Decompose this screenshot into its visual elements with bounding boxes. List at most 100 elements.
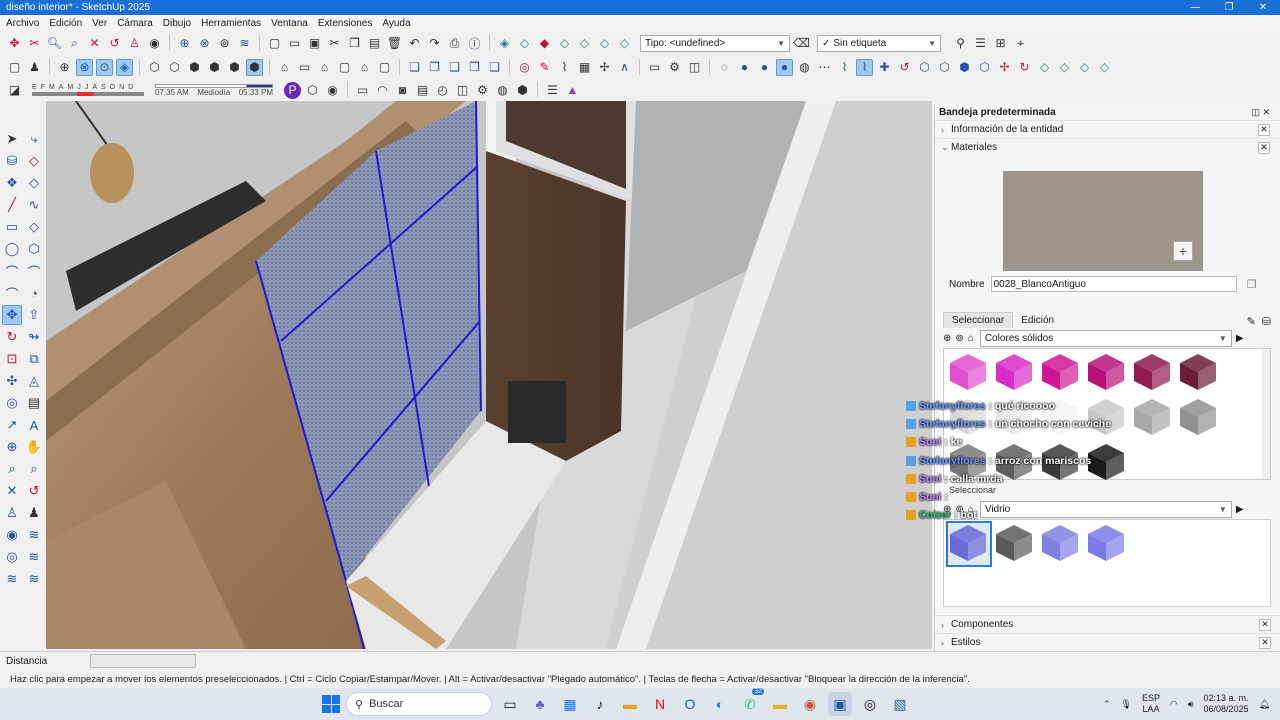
remote-icon[interactable]: ▧ <box>888 692 912 716</box>
extra-7-icon[interactable]: ◇ <box>1036 59 1053 76</box>
back-edges-icon[interactable]: ⊗ <box>76 58 93 76</box>
extra-10-icon[interactable]: ◇ <box>1096 59 1113 76</box>
paste-icon[interactable]: ▤ <box>366 35 383 52</box>
section-fill-left-icon[interactable]: ≋ <box>24 569 44 589</box>
drape-icon[interactable]: ▦ <box>576 59 593 76</box>
position-camera-icon[interactable]: ♙ <box>126 35 143 52</box>
hidden-line-icon[interactable]: ◈ <box>116 58 133 76</box>
arrow-right-icon[interactable]: ▶ <box>1236 333 1244 344</box>
files-icon[interactable]: ▬ <box>618 692 642 716</box>
section-display-icon[interactable]: ⌇ <box>856 58 873 76</box>
fill-icon[interactable]: ≋ <box>2 569 22 589</box>
new-file-icon[interactable]: ▢ <box>266 35 283 52</box>
extra-2-icon[interactable]: ⬡ <box>936 59 953 76</box>
standard-view-right-icon[interactable]: ◇ <box>556 35 573 52</box>
push-pull-icon[interactable]: ⇧ <box>24 305 44 325</box>
wireframe-icon[interactable]: ⊙ <box>96 58 113 76</box>
cube-icon[interactable]: ⬢ <box>514 82 531 99</box>
edge-icon[interactable]: ◐ <box>708 692 732 716</box>
zoom-window-left-icon[interactable]: ⌕ <box>24 459 44 479</box>
3d-text-icon[interactable]: A <box>24 415 44 435</box>
minimize-button[interactable]: — <box>1178 2 1212 13</box>
text-icon[interactable]: ▤ <box>24 393 44 413</box>
orbit-icon[interactable]: ⊕ <box>176 35 193 52</box>
menu-ventana[interactable]: Ventana <box>271 18 308 29</box>
rotated-rectangle-icon[interactable]: ◇ <box>24 217 44 237</box>
arc2-icon[interactable]: ⌒ <box>24 261 44 281</box>
arrow-right-icon[interactable]: ▶ <box>1236 504 1244 515</box>
lasso-icon[interactable]: ⤷ <box>24 129 44 149</box>
zoom-window-icon[interactable]: ⌕ <box>66 35 83 52</box>
tag-dropdown[interactable]: ✓ Sin etiqueta ▼ <box>817 34 941 52</box>
solid-intersect-icon[interactable]: ❐ <box>426 59 443 76</box>
windows-start-icon[interactable] <box>322 695 340 713</box>
follow-me-icon[interactable]: ↬ <box>24 327 44 347</box>
display-cuts-icon[interactable]: ≋ <box>24 547 44 567</box>
whatsapp-icon[interactable]: ✆ 32 <box>738 688 764 716</box>
shadow-month-slider[interactable]: E F M A M J J A S O N D <box>32 84 144 96</box>
tag-eraser-icon[interactable]: ⌫ <box>793 35 810 52</box>
scenes-icon[interactable]: ⊞ <box>992 35 1009 52</box>
open-file-icon[interactable]: ▭ <box>286 35 303 52</box>
section-left-icon[interactable]: ≋ <box>24 525 44 545</box>
store-icon[interactable]: ▦ <box>558 692 582 716</box>
section-components[interactable]: › Componentes ✕ <box>935 615 1280 633</box>
shadow-time-slider[interactable]: 07:35 AM Mediodía 05:33 PM <box>155 83 273 97</box>
eyedropper-icon[interactable]: ✎ <box>1247 315 1256 328</box>
style-wireframe-icon[interactable]: ⬡ <box>146 59 163 76</box>
view-iso-icon[interactable]: ⌂ <box>276 59 293 76</box>
section-entity-info[interactable]: › Información de la entidad ✕ <box>935 120 1280 138</box>
sandbox-icon[interactable]: ◎ <box>516 59 533 76</box>
flip-edge-icon[interactable]: ∧ <box>616 59 633 76</box>
tab-edit[interactable]: Edición <box>1013 313 1062 328</box>
copy-icon[interactable]: ❐ <box>346 35 363 52</box>
box-icon[interactable]: ⬡ <box>304 82 321 99</box>
xray-icon[interactable]: ⊕ <box>56 59 73 76</box>
line-icon[interactable]: ╱ <box>2 195 22 215</box>
type-dropdown[interactable]: Tipo: <undefined> ▼ <box>640 34 790 52</box>
stamp-icon[interactable]: ⌇ <box>556 59 573 76</box>
view-back-icon[interactable]: ⌂ <box>356 59 373 76</box>
look-around-icon[interactable]: ◉ <box>2 525 22 545</box>
mic-icon[interactable]: 🎙︎ <box>1121 699 1132 710</box>
view-left-icon[interactable]: ▢ <box>376 59 393 76</box>
drop-filled-icon[interactable]: ● <box>756 59 773 76</box>
zoom-extents-left-icon[interactable]: ✕ <box>2 481 22 501</box>
extra-5-icon[interactable]: ✢ <box>996 59 1013 76</box>
view-right-icon[interactable]: ▢ <box>336 59 353 76</box>
move-icon[interactable]: ✥ <box>2 305 22 325</box>
netflix-icon[interactable]: N <box>648 692 672 716</box>
forward-icon[interactable]: ⊕ <box>943 333 951 344</box>
dimension-icon[interactable]: ◎ <box>2 393 22 413</box>
redo-icon[interactable]: ↷ <box>426 35 443 52</box>
circle-icon[interactable]: ◉ <box>324 82 341 99</box>
taskbar-search[interactable]: ⚲ Buscar <box>346 692 492 716</box>
freehand-icon[interactable]: ∿ <box>24 195 44 215</box>
style-active-icon[interactable]: ⬢ <box>246 58 263 76</box>
zoom-left-icon[interactable]: ⌕ <box>2 459 22 479</box>
standard-view-iso-icon[interactable]: ◈ <box>496 35 513 52</box>
standard-view-front-icon[interactable]: ◆ <box>536 35 553 52</box>
folder-icon[interactable]: ▭ <box>646 59 663 76</box>
extra-8-icon[interactable]: ◇ <box>1056 59 1073 76</box>
tape-icon[interactable]: ✣ <box>2 371 22 391</box>
walk-icon[interactable]: ◉ <box>146 35 163 52</box>
add-icon[interactable]: ✚ <box>876 59 893 76</box>
section-styles[interactable]: › Estilos ✕ <box>935 633 1280 651</box>
zoom-extents-icon[interactable]: ✕ <box>86 35 103 52</box>
sketchup-icon[interactable]: ▣ <box>828 692 852 716</box>
tiktok-icon[interactable]: ♪ <box>588 692 612 716</box>
library-dropdown-secondary[interactable]: Vidrio ▼ <box>979 500 1232 518</box>
material-swatch[interactable] <box>946 521 992 567</box>
orbit-alt-icon[interactable]: ⊗ <box>196 35 213 52</box>
eraser-icon[interactable]: ◇ <box>24 151 44 171</box>
drop-outline-icon[interactable]: ◌ <box>716 59 733 76</box>
material-swatch[interactable] <box>1040 523 1082 565</box>
extra-1-icon[interactable]: ⬡ <box>916 59 933 76</box>
menu-camara[interactable]: Cámara <box>117 18 153 29</box>
chrome-icon[interactable]: ◉ <box>798 692 822 716</box>
material-swatch[interactable] <box>994 523 1036 565</box>
drop-active-icon[interactable]: ● <box>776 58 793 76</box>
gear2-icon[interactable]: ⚙ <box>474 82 491 99</box>
material-swatch[interactable] <box>1086 523 1128 565</box>
